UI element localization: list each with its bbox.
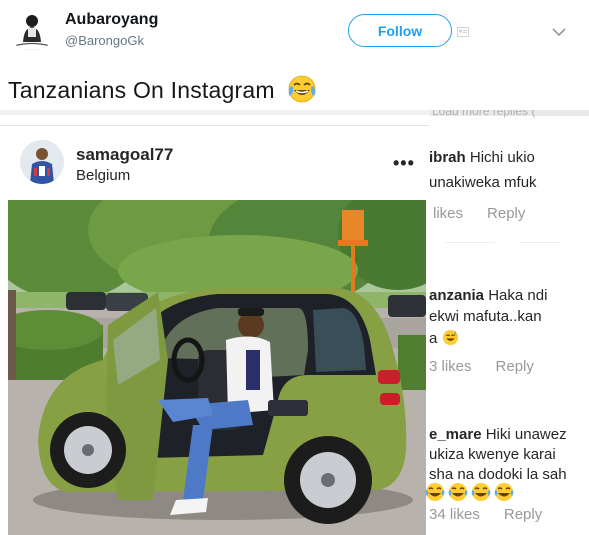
face-with-tears-of-joy-icon bbox=[448, 483, 468, 501]
comment-3-reply-button[interactable]: Reply bbox=[504, 506, 542, 523]
post-username[interactable]: samagoal77 bbox=[76, 145, 173, 165]
cut-top-strip bbox=[0, 110, 430, 115]
follow-button[interactable]: Follow bbox=[348, 14, 452, 47]
comment-1: ibrah Hichi ukio bbox=[429, 149, 535, 166]
comment-1-line-1: Hichi ukio bbox=[469, 149, 535, 166]
comment-1-line-2: unakiweka mfuk bbox=[429, 174, 537, 191]
post-author-avatar[interactable] bbox=[20, 140, 64, 184]
chevron-down-icon[interactable] bbox=[552, 24, 566, 37]
comment-2: anzania Haka ndi bbox=[429, 287, 547, 304]
comment-1-reply-button[interactable]: Reply bbox=[487, 205, 525, 222]
comment-3-line-1: Hiki unawez bbox=[485, 426, 567, 443]
svg-text:· · · · · ·: · · · · · · bbox=[25, 47, 39, 52]
profile-card-icon bbox=[457, 24, 469, 37]
comment-2-meta: 3 likes Reply bbox=[429, 358, 558, 375]
post-header-divider bbox=[0, 125, 429, 126]
author-display-name[interactable]: Aubaroyang bbox=[65, 11, 158, 29]
author-handle[interactable]: @BarongoGk bbox=[65, 33, 144, 48]
smiling-face-with-sweat-icon bbox=[442, 329, 458, 346]
load-more-replies-text: Load more replies ( bbox=[432, 110, 536, 118]
tweet-text: Tanzanians On Instagram bbox=[8, 74, 317, 110]
post-location[interactable]: Belgium bbox=[76, 167, 130, 184]
comment-1-meta: likes Reply bbox=[433, 205, 549, 222]
comment-2-reply-button[interactable]: Reply bbox=[496, 358, 534, 375]
comment-3-line-2: ukiza kwenye karai bbox=[429, 446, 556, 463]
comment-3-line-3: sha na dodoki la sah bbox=[429, 466, 567, 483]
comment-2-likes[interactable]: 3 likes bbox=[429, 358, 472, 375]
comment-3-likes[interactable]: 34 likes bbox=[429, 506, 480, 523]
comment-2-line-2: ekwi mafuta..kan bbox=[429, 308, 542, 325]
face-with-tears-of-joy-icon bbox=[494, 483, 514, 501]
face-with-tears-of-joy-icon bbox=[287, 74, 317, 110]
tweet-text-content: Tanzanians On Instagram bbox=[8, 77, 275, 104]
comment-2-line-3: a bbox=[429, 329, 459, 347]
post-photo bbox=[8, 200, 426, 535]
comment-3-meta: 34 likes Reply bbox=[429, 506, 566, 523]
comment-3-emojis bbox=[425, 482, 514, 507]
comment-1-user[interactable]: ibrah bbox=[429, 149, 466, 166]
comment-2-user[interactable]: anzania bbox=[429, 287, 484, 304]
comment-1-likes[interactable]: likes bbox=[433, 205, 463, 222]
comment-3: e_mare Hiki unawez bbox=[429, 426, 567, 443]
author-avatar[interactable]: · · · · · · bbox=[10, 8, 54, 52]
more-options-icon[interactable]: ••• bbox=[393, 153, 415, 174]
face-with-tears-of-joy-icon bbox=[471, 483, 491, 501]
comment-separator bbox=[520, 242, 560, 243]
comment-separator bbox=[445, 242, 495, 243]
comment-3-user[interactable]: e_mare bbox=[429, 426, 482, 443]
comment-2-line-3-text: a bbox=[429, 330, 438, 347]
face-with-tears-of-joy-icon bbox=[425, 483, 445, 501]
tweet-media-image[interactable]: Load more replies ( samagoal77 Belgium •… bbox=[0, 110, 589, 535]
comment-2-line-1: Haka ndi bbox=[488, 287, 548, 304]
